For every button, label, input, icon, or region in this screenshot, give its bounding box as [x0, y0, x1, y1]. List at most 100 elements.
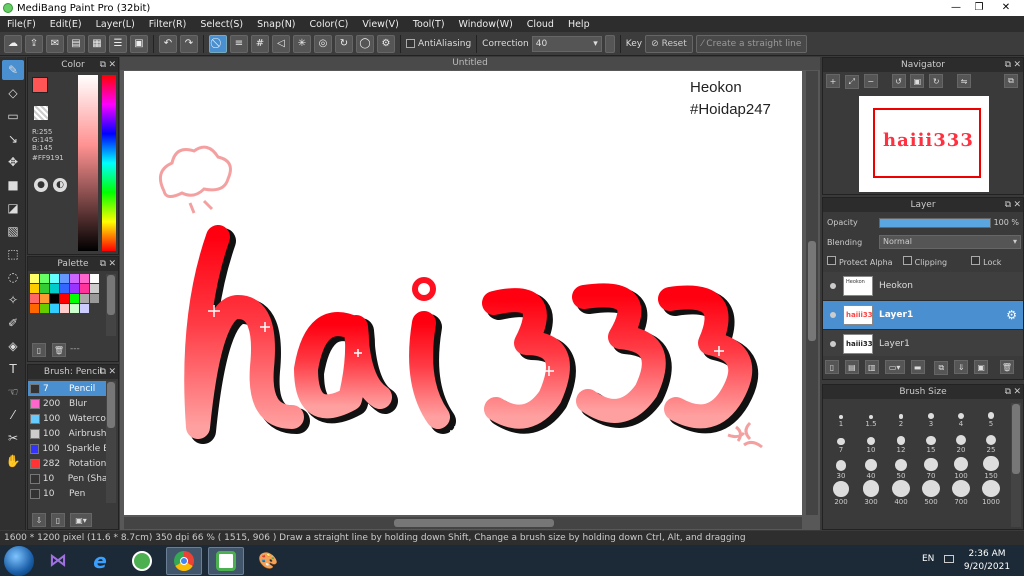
close-panel-icon[interactable]: ✕ [108, 257, 116, 271]
canvas-vertical-scrollbar[interactable] [806, 71, 818, 515]
palette-swatch[interactable] [40, 304, 49, 313]
close-panel-icon[interactable]: ✕ [1013, 198, 1021, 212]
brush-size-option[interactable]: 50 [886, 454, 916, 480]
palette-swatch[interactable] [70, 284, 79, 293]
internet-explorer-icon[interactable]: e [82, 547, 118, 575]
snap-off-icon[interactable]: ⃠ [209, 34, 227, 53]
minimize-button[interactable]: — [945, 0, 967, 16]
palette-swatch[interactable] [80, 284, 89, 293]
menu-cloud[interactable]: Cloud [520, 19, 561, 30]
brush-size-option[interactable]: 500 [916, 480, 946, 506]
new-brush-icon[interactable]: ▯ [51, 513, 65, 527]
brush-size-option[interactable]: 7 [826, 428, 856, 454]
layer-row[interactable]: Heokon Heokon [823, 272, 1023, 301]
reset-button[interactable]: ⊘ Reset [645, 34, 693, 53]
text-tool-icon[interactable]: T [2, 359, 24, 379]
protect-alpha-toggle[interactable]: Protect Alpha [827, 256, 893, 267]
brush-scrollbar[interactable] [106, 381, 116, 503]
flip-icon[interactable]: ⇋ [957, 74, 971, 88]
select-rect-tool-icon[interactable]: ⬚ [2, 244, 24, 264]
add-brush-menu-icon[interactable]: ▣▾ [70, 513, 92, 527]
menu-layer[interactable]: Layer(L) [89, 19, 142, 30]
antialiasing-toggle[interactable]: AntiAliasing [406, 39, 471, 49]
palette-icon[interactable]: ● [34, 178, 48, 192]
palette-swatch[interactable] [90, 284, 99, 293]
brush-size-option[interactable]: 3 [916, 402, 946, 428]
palette-swatch[interactable] [70, 274, 79, 283]
blending-select[interactable]: Normal ▾ [879, 235, 1021, 249]
vanishing-point-icon[interactable]: ◁ [272, 34, 290, 53]
palette-swatch[interactable] [50, 274, 59, 283]
brush-size-scrollbar[interactable] [1011, 403, 1021, 527]
palette-swatch[interactable] [90, 294, 99, 303]
palette-scrollbar[interactable] [106, 274, 116, 336]
divide-tool-icon[interactable]: ✂ [2, 428, 24, 448]
palette-swatch[interactable] [90, 274, 99, 283]
brush-size-option[interactable]: 200 [826, 480, 856, 506]
float-icon[interactable]: ⧉ [100, 58, 106, 72]
float-icon[interactable]: ⧉ [1005, 385, 1011, 399]
float-icon[interactable]: ⧉ [100, 257, 106, 271]
palette-swatch[interactable] [60, 284, 69, 293]
drawing-canvas[interactable]: Heokon #Hoidap247 [124, 71, 802, 515]
close-panel-icon[interactable]: ✕ [108, 365, 116, 379]
brush-list-item[interactable]: 200 Blur [28, 396, 106, 411]
horizontal-scroll-thumb[interactable] [394, 519, 554, 527]
rotate-left-icon[interactable]: ↺ [891, 74, 906, 88]
radial-snap-icon[interactable]: ✳ [293, 34, 311, 53]
brush-tool-icon[interactable]: ✎ [2, 60, 24, 80]
menu-view[interactable]: View(V) [355, 19, 405, 30]
navigator-preview[interactable]: haiii333 [859, 96, 989, 192]
brush-size-option[interactable]: 25 [976, 428, 1006, 454]
chrome-icon[interactable] [166, 546, 202, 575]
palette-swatch[interactable] [70, 304, 79, 313]
clipping-toggle[interactable]: Clipping [902, 256, 947, 267]
brush-size-option[interactable]: 12 [886, 428, 916, 454]
zoom-in-icon[interactable]: + [826, 74, 840, 88]
menu-filter[interactable]: Filter(R) [142, 19, 194, 30]
brush-size-option[interactable]: 1 [826, 402, 856, 428]
layer-properties-icon[interactable]: ▣ [974, 360, 989, 374]
menu-color[interactable]: Color(C) [303, 19, 356, 30]
navigator-menu-icon[interactable]: ⧉ [1004, 74, 1018, 88]
eye-icon[interactable] [830, 341, 836, 347]
grid-icon[interactable]: ▣ [130, 34, 148, 53]
gradient-tool-icon[interactable]: ▧ [2, 221, 24, 241]
new-layer-icon[interactable]: ▯ [825, 360, 839, 374]
brush-list-item[interactable]: 100 Sparkle B [28, 441, 106, 456]
palette-swatch[interactable] [80, 274, 89, 283]
coccoc-browser-icon[interactable] [124, 547, 160, 575]
delete-layer-icon[interactable]: 🗑 [1000, 360, 1014, 374]
antialiasing-checkbox[interactable] [406, 39, 415, 48]
action-center-icon[interactable] [944, 555, 954, 563]
medibang-taskbar-icon[interactable] [208, 546, 244, 575]
brush-size-option[interactable]: 30 [826, 454, 856, 480]
merge-down-icon[interactable]: ⇓ [954, 360, 969, 374]
document-tab[interactable]: Untitled [120, 57, 820, 70]
menu-help[interactable]: Help [561, 19, 597, 30]
new-file-icon[interactable]: ▤ [67, 34, 85, 53]
palette-swatch[interactable] [40, 294, 49, 303]
folder-icon[interactable]: ▬ [910, 360, 925, 374]
brush-size-option[interactable]: 70 [916, 454, 946, 480]
list-icon[interactable]: ☰ [109, 34, 127, 53]
saturation-value-bar[interactable] [78, 75, 98, 251]
start-button[interactable] [4, 545, 34, 576]
undo-icon[interactable]: ↶ [159, 34, 177, 53]
primary-color-swatch[interactable] [32, 77, 48, 93]
rectangle-tool-icon[interactable]: ▭ [2, 106, 24, 126]
float-icon[interactable]: ⧉ [1005, 58, 1011, 72]
gear-icon[interactable]: ⚙ [1006, 308, 1017, 322]
layer-row[interactable]: haiii333 Layer1 [823, 330, 1023, 356]
palette-swatch[interactable] [30, 294, 39, 303]
canvas-horizontal-scrollbar[interactable] [124, 517, 802, 529]
palette-swatch[interactable] [30, 304, 39, 313]
select-pen-tool-icon[interactable]: ✐ [2, 313, 24, 333]
eraser-tool-icon[interactable]: ◇ [2, 83, 24, 103]
brush-size-option[interactable]: 400 [886, 480, 916, 506]
palette-swatch[interactable] [40, 284, 49, 293]
brush-size-option[interactable]: 700 [946, 480, 976, 506]
bucket-tool-icon[interactable]: ◪ [2, 198, 24, 218]
close-button[interactable]: ✕ [991, 0, 1021, 16]
select-eraser-tool-icon[interactable]: ◈ [2, 336, 24, 356]
